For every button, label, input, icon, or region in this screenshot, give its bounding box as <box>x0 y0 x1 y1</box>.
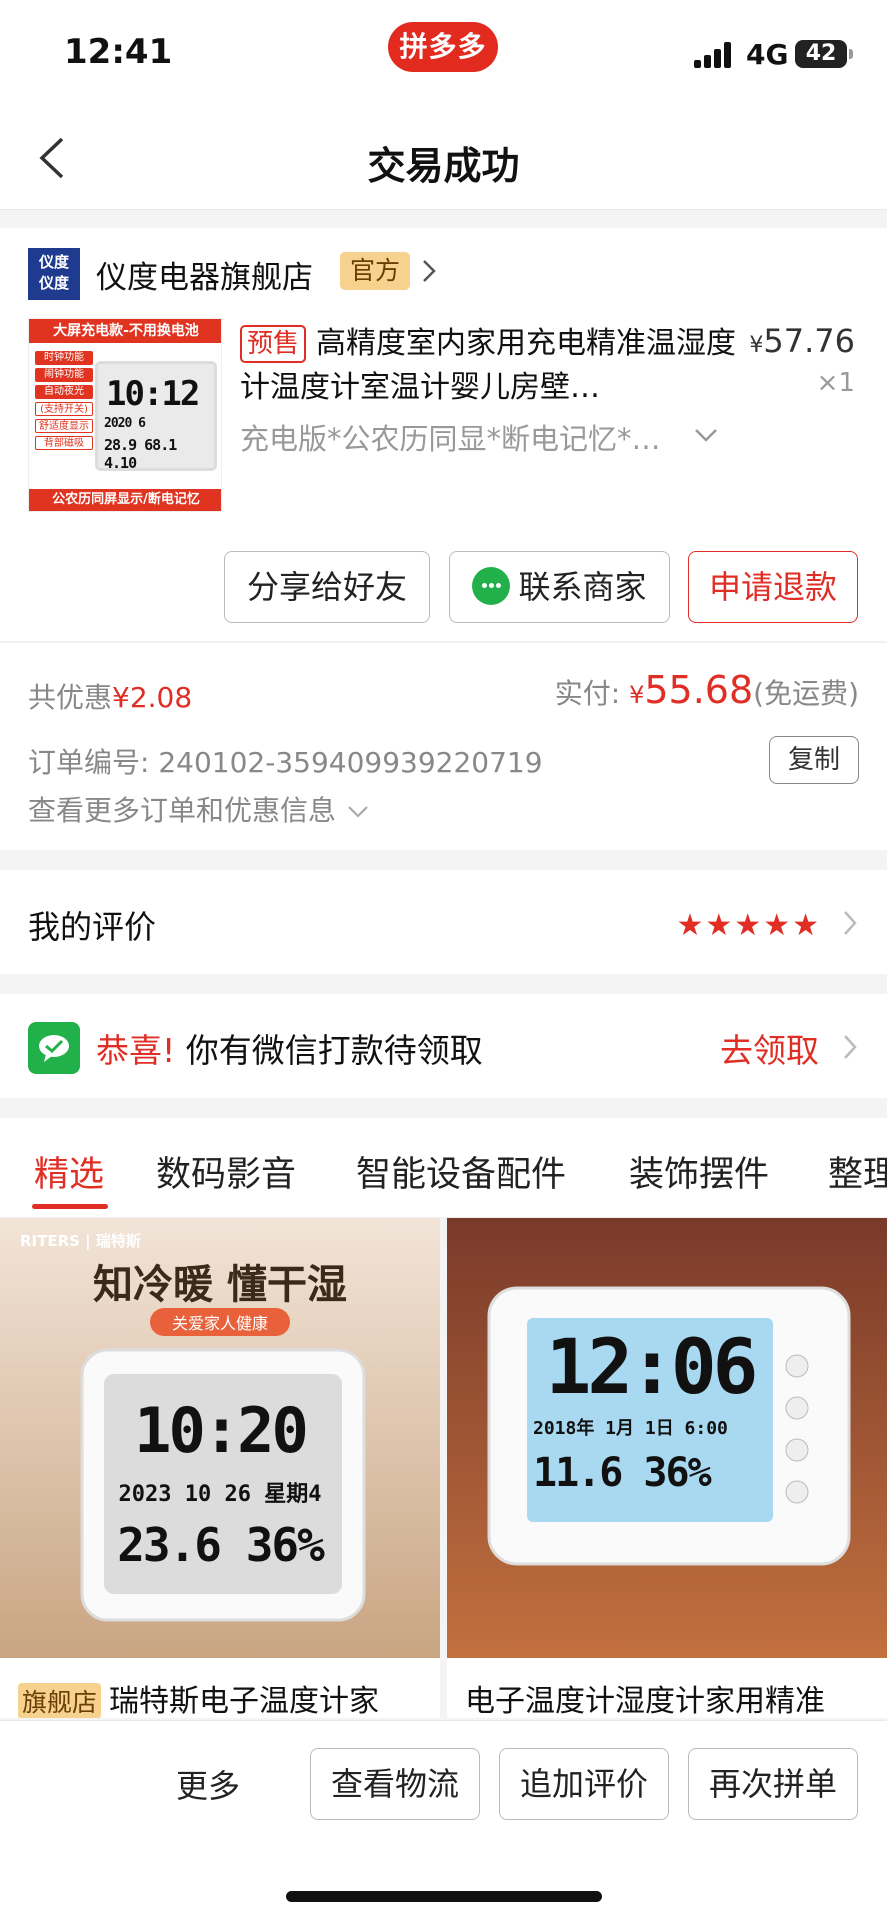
chat-icon <box>472 567 511 605</box>
rec-headline: 知冷暖 懂干湿 <box>93 1262 347 1308</box>
contact-seller-button[interactable]: 联系商家 <box>449 551 670 623</box>
official-tag: 官方 <box>340 252 411 290</box>
chevron-down-icon[interactable] <box>692 422 720 448</box>
star-icon: ★ <box>792 908 819 943</box>
claim-link[interactable]: 去领取 <box>720 1024 819 1072</box>
logistics-button[interactable]: 查看物流 <box>310 1748 480 1820</box>
tab-organize[interactable]: 整理 <box>828 1146 887 1197</box>
rec-screen-time: 10:20 <box>134 1394 309 1467</box>
battery-tip <box>849 49 853 59</box>
payout-text: 恭喜! 你有微信打款待领取 <box>96 1031 483 1070</box>
store-name[interactable]: 仪度电器旗舰店 <box>96 252 313 297</box>
order-number: 订单编号: 240102-359409939220719 <box>28 746 543 779</box>
tab-featured[interactable]: 精选 <box>34 1146 104 1197</box>
tab-decor[interactable]: 装饰摆件 <box>629 1146 769 1197</box>
rec-subheadline: 关爱家人健康 <box>171 1314 268 1333</box>
review-label: 我的评价 <box>28 908 157 946</box>
star-icon: ★ <box>734 908 762 943</box>
add-review-button[interactable]: 追加评价 <box>499 1748 669 1820</box>
product-image-banner-bottom: 公农历同屏显示/断电记忆 <box>29 489 221 511</box>
tab-digital[interactable]: 数码影音 <box>156 1146 296 1197</box>
category-tabs: 精选 数码影音 智能设备配件 装饰摆件 整理 <box>0 1118 887 1218</box>
product-spec[interactable]: 充电版*公农历同显*断电记忆*… <box>240 416 661 458</box>
order-card: 仪度 仪度 仪度电器旗舰店 官方 大屏充电款-不用换电池 时钟功能 闹钟功能 自动… <box>0 228 887 641</box>
status-bar: 12:41 拼多多 4G 42 <box>0 0 887 105</box>
more-button[interactable]: 更多 <box>176 1761 240 1807</box>
star-rating: ★★★★★ <box>674 908 819 943</box>
active-tab-indicator <box>32 1204 108 1209</box>
chevron-right-icon[interactable] <box>418 256 440 286</box>
rec-name: 旗舰店 瑞特斯电子温度计家 <box>18 1676 379 1718</box>
rec-screen-date: 2023 10 26 星期4 <box>118 1482 322 1507</box>
product-image-labels: 时钟功能 闹钟功能 自动夜光 (支持开关) 舒适度显示 背部磁吸 <box>35 351 93 453</box>
battery-icon: 42 <box>795 40 847 68</box>
chevron-down-icon <box>348 806 368 818</box>
product-qty: ×1 <box>816 368 855 398</box>
product-image-screen: 10:12 2020 6 28.9 68.1 4.10 <box>95 361 217 472</box>
discount-info: 共优惠¥2.08 <box>28 681 193 714</box>
signal-icon <box>694 42 740 68</box>
share-button[interactable]: 分享给好友 <box>224 551 430 623</box>
network-type: 4G <box>746 38 789 71</box>
recommendation-card[interactable]: RITERS | 瑞特斯 知冷暖 懂干湿 关爱家人健康 10:20 2023 1… <box>0 1218 440 1718</box>
chevron-right-icon <box>844 911 857 935</box>
product-image[interactable]: 大屏充电款-不用换电池 时钟功能 闹钟功能 自动夜光 (支持开关) 舒适度显示 … <box>28 318 222 512</box>
copy-button[interactable]: 复制 <box>769 736 859 784</box>
rec-name: 电子温度计湿度计家用精准 <box>465 1684 825 1718</box>
tab-smart-devices[interactable]: 智能设备配件 <box>356 1146 566 1197</box>
flagship-tag: 旗舰店 <box>18 1683 102 1718</box>
wechat-pay-icon <box>28 1022 80 1074</box>
refund-button[interactable]: 申请退款 <box>688 551 858 623</box>
rec-screen-date: 2018年 1月 1日 6:00 <box>533 1418 728 1439</box>
rec-screen-time: 12:06 <box>545 1322 759 1411</box>
recommendation-card[interactable]: 12:06 2018年 1月 1日 6:00 11.6 36% 电子温度计湿度计… <box>447 1218 887 1718</box>
product-image-banner-top: 大屏充电款-不用换电池 <box>29 319 221 343</box>
rec-brand: RITERS | 瑞特斯 <box>20 1232 141 1250</box>
paid-info: 实付: ¥55.68(免运费) <box>554 668 859 712</box>
status-time: 12:41 <box>64 32 173 72</box>
reorder-button[interactable]: 再次拼单 <box>688 1748 858 1820</box>
bottom-action-bar: 更多 查看物流 追加评价 再次拼单 <box>0 1720 887 1920</box>
star-icon: ★ <box>763 908 791 943</box>
home-indicator[interactable] <box>286 1891 602 1902</box>
product-title[interactable]: 高精度室内家用充电精准温湿度计温度计室温计婴儿房壁… <box>240 322 740 410</box>
rec-screen-readings: 11.6 36% <box>533 1450 712 1496</box>
rec-screen-readings: 23.6 36% <box>117 1518 325 1572</box>
store-logo[interactable]: 仪度 仪度 <box>28 248 80 300</box>
my-review-row[interactable]: 我的评价 ★★★★★ <box>0 870 887 974</box>
chevron-right-icon <box>844 1035 857 1059</box>
star-icon: ★ <box>705 908 733 943</box>
product-price: ¥57.76 <box>749 322 855 360</box>
wechat-payout-row[interactable]: 恭喜! 你有微信打款待领取 去领取 <box>0 994 887 1098</box>
order-info: 共优惠¥2.08 实付: ¥55.68(免运费) 订单编号: 240102-35… <box>0 642 887 850</box>
presale-tag: 预售 <box>240 325 307 363</box>
nav-bar: 交易成功 <box>0 105 887 210</box>
star-icon: ★ <box>676 908 704 943</box>
more-order-info-link[interactable]: 查看更多订单和优惠信息 <box>28 789 371 829</box>
page-title: 交易成功 <box>367 144 520 188</box>
app-badge: 拼多多 <box>388 22 498 72</box>
